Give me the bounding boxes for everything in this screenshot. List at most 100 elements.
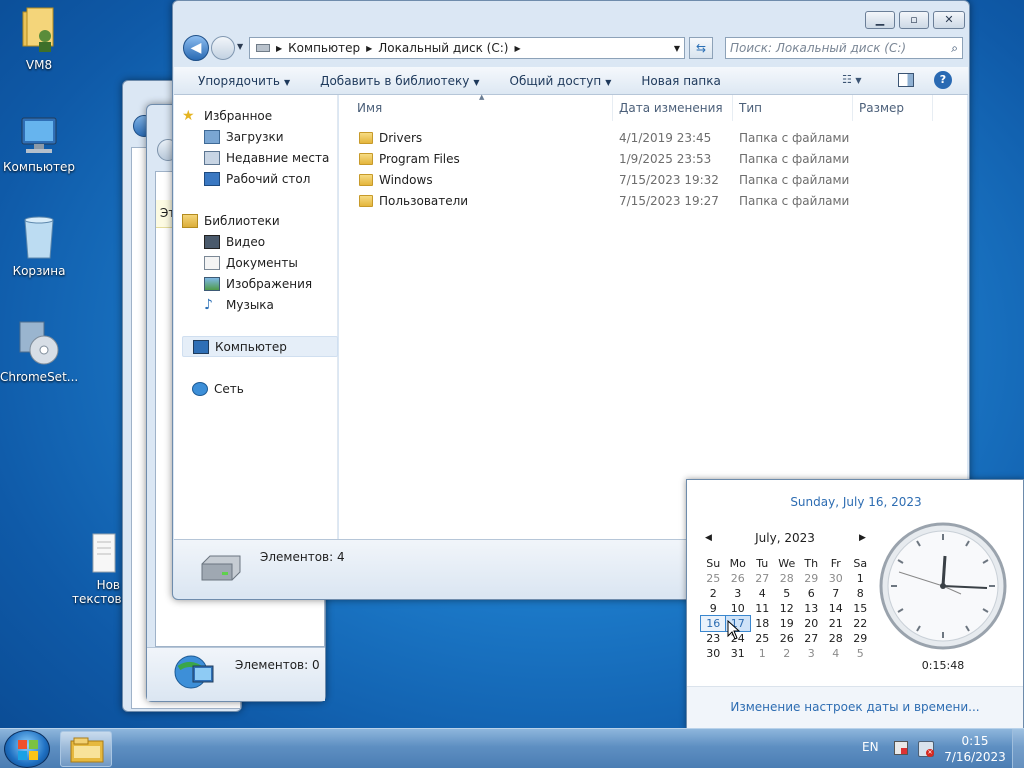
calendar-day[interactable]: 7 <box>824 586 849 601</box>
breadcrumb-computer[interactable]: Компьютер <box>288 41 360 55</box>
calendar-day[interactable]: 8 <box>848 586 873 601</box>
calendar-day[interactable]: 11 <box>750 601 775 616</box>
column-header-date[interactable]: Дата изменения <box>613 95 733 121</box>
user-folder-icon <box>22 7 54 52</box>
long-date-link[interactable]: Sunday, July 16, 2023 <box>687 495 1024 509</box>
address-bar[interactable]: ▶ Компьютер ▶ Локальный диск (C:) ▶ ▼ <box>249 37 685 59</box>
calendar-day[interactable]: 27 <box>750 571 775 586</box>
desktop-icon-chromesetup[interactable]: ChromeSet... <box>0 318 78 384</box>
nav-computer[interactable]: Компьютер <box>182 336 338 357</box>
calendar-day[interactable]: 20 <box>799 616 824 631</box>
calendar-day[interactable]: 28 <box>775 571 800 586</box>
action-center-flag-icon[interactable] <box>894 741 908 755</box>
prev-month-button[interactable]: ◀ <box>705 533 712 543</box>
calendar-day[interactable]: 4 <box>750 586 775 601</box>
calendar-day[interactable]: 31 <box>726 646 751 661</box>
calendar-day[interactable]: 23 <box>701 631 726 646</box>
calendar-day[interactable]: 12 <box>775 601 800 616</box>
nav-documents[interactable]: Документы <box>204 252 354 273</box>
calendar-day[interactable]: 2 <box>775 646 800 661</box>
recent-pages-dropdown[interactable]: ▼ <box>237 42 243 51</box>
calendar-day[interactable]: 18 <box>750 616 775 631</box>
nav-images[interactable]: Изображения <box>204 273 354 294</box>
calendar-day[interactable]: 15 <box>848 601 873 616</box>
nav-recent-places[interactable]: Недавние места <box>204 147 354 168</box>
calendar-day[interactable]: 26 <box>775 631 800 646</box>
forward-nav-button[interactable] <box>211 36 235 60</box>
calendar-day[interactable]: 6 <box>799 586 824 601</box>
calendar-grid: Su Mo Tu We Th Fr Sa 25 26 27 28 29 30 1 2345678 9 10… <box>700 556 873 661</box>
nav-network[interactable]: Сеть <box>192 378 342 399</box>
calendar-day[interactable]: 5 <box>848 646 873 661</box>
back-nav-button[interactable]: ◀ <box>183 35 209 61</box>
network-disconnected-icon[interactable]: ✕ <box>918 741 934 757</box>
calendar-day[interactable]: 9 <box>701 601 726 616</box>
desktop-icon-recycle-bin[interactable]: Корзина <box>0 214 78 278</box>
calendar-day[interactable]: 5 <box>775 586 800 601</box>
calendar-day[interactable]: 30 <box>824 571 849 586</box>
language-indicator[interactable]: EN <box>862 740 879 754</box>
documents-icon <box>204 255 220 270</box>
calendar-day[interactable]: 25 <box>701 571 726 586</box>
share-menu[interactable]: Общий доступ ▼ <box>495 74 627 88</box>
calendar-day[interactable]: 3 <box>799 646 824 661</box>
calendar-day[interactable]: 30 <box>701 646 726 661</box>
calendar-day-selected[interactable]: 16 <box>700 615 727 632</box>
preview-pane-button[interactable] <box>898 73 914 87</box>
nav-downloads[interactable]: Загрузки <box>204 126 354 147</box>
show-desktop-button[interactable] <box>1012 729 1024 768</box>
address-dropdown-icon[interactable]: ▼ <box>674 44 680 53</box>
column-header-size[interactable]: Размер <box>853 95 933 121</box>
close-button[interactable]: ✕ <box>933 11 965 29</box>
desktop-icon-vm8[interactable]: VM8 <box>0 6 78 72</box>
maximize-button[interactable]: ▫ <box>899 11 929 29</box>
calendar-day[interactable]: 29 <box>848 631 873 646</box>
refresh-button[interactable]: ⇆ <box>689 37 713 59</box>
add-to-library-menu[interactable]: Добавить в библиотеку ▼ <box>305 74 494 88</box>
clock-calendar-popup[interactable]: Sunday, July 16, 2023 ◀ July, 2023 ▶ Su M… <box>686 479 1024 729</box>
calendar-day[interactable]: 27 <box>799 631 824 646</box>
organize-menu[interactable]: Упорядочить ▼ <box>174 74 305 88</box>
file-row[interactable]: Drivers 4/1/2019 23:45 Папка с файлами <box>339 128 967 149</box>
clock-button[interactable]: 0:15 7/16/2023 <box>944 733 1006 767</box>
calendar-day[interactable]: 19 <box>775 616 800 631</box>
file-row[interactable]: Пользователи 7/15/2023 19:27 Папка с файла… <box>339 191 967 212</box>
nav-favorites[interactable]: ★ Избранное <box>182 105 332 126</box>
minimize-button[interactable]: ▁ <box>865 11 895 29</box>
nav-video[interactable]: Видео <box>204 231 354 252</box>
calendar-day[interactable]: 21 <box>824 616 849 631</box>
view-options-button[interactable]: ☷ ▼ <box>842 73 878 89</box>
help-button[interactable]: ? <box>934 71 952 89</box>
desktop-icon <box>204 171 220 186</box>
nav-libraries[interactable]: Библиотеки <box>182 210 332 231</box>
change-date-time-settings-link[interactable]: Изменение настроек даты и времени... <box>687 700 1023 714</box>
calendar-day[interactable]: 28 <box>824 631 849 646</box>
calendar-day[interactable]: 25 <box>750 631 775 646</box>
calendar-day[interactable]: 13 <box>799 601 824 616</box>
calendar-day[interactable]: 1 <box>848 571 873 586</box>
calendar-day[interactable]: 26 <box>726 571 751 586</box>
clock-date: 7/16/2023 <box>944 750 1006 764</box>
nav-desktop[interactable]: Рабочий стол <box>204 168 354 189</box>
calendar-day[interactable]: 3 <box>726 586 751 601</box>
calendar-day[interactable]: 29 <box>799 571 824 586</box>
next-month-button[interactable]: ▶ <box>859 533 866 543</box>
file-row[interactable]: Program Files 1/9/2025 23:53 Папка с файла… <box>339 149 967 170</box>
month-label[interactable]: July, 2023 <box>727 531 843 545</box>
file-row[interactable]: Windows 7/15/2023 19:32 Папка с файлами <box>339 170 967 191</box>
calendar-day[interactable]: 10 <box>726 601 751 616</box>
breadcrumb-drive[interactable]: Локальный диск (C:) <box>378 41 508 55</box>
start-button[interactable] <box>4 730 50 768</box>
calendar-day[interactable]: 4 <box>824 646 849 661</box>
new-folder-button[interactable]: Новая папка <box>626 74 735 88</box>
calendar-day[interactable]: 22 <box>848 616 873 631</box>
calendar-day[interactable]: 14 <box>824 601 849 616</box>
desktop-icon-computer[interactable]: Компьютер <box>0 114 78 174</box>
refresh-icon: ⇆ <box>695 41 707 55</box>
nav-music[interactable]: ♪ Музыка <box>204 294 354 315</box>
taskbar-explorer-button[interactable] <box>60 731 112 767</box>
calendar-day[interactable]: 1 <box>750 646 775 661</box>
search-input[interactable]: Поиск: Локальный диск (C:) ⌕ <box>725 37 963 59</box>
calendar-day[interactable]: 2 <box>701 586 726 601</box>
column-header-type[interactable]: Тип <box>733 95 853 121</box>
